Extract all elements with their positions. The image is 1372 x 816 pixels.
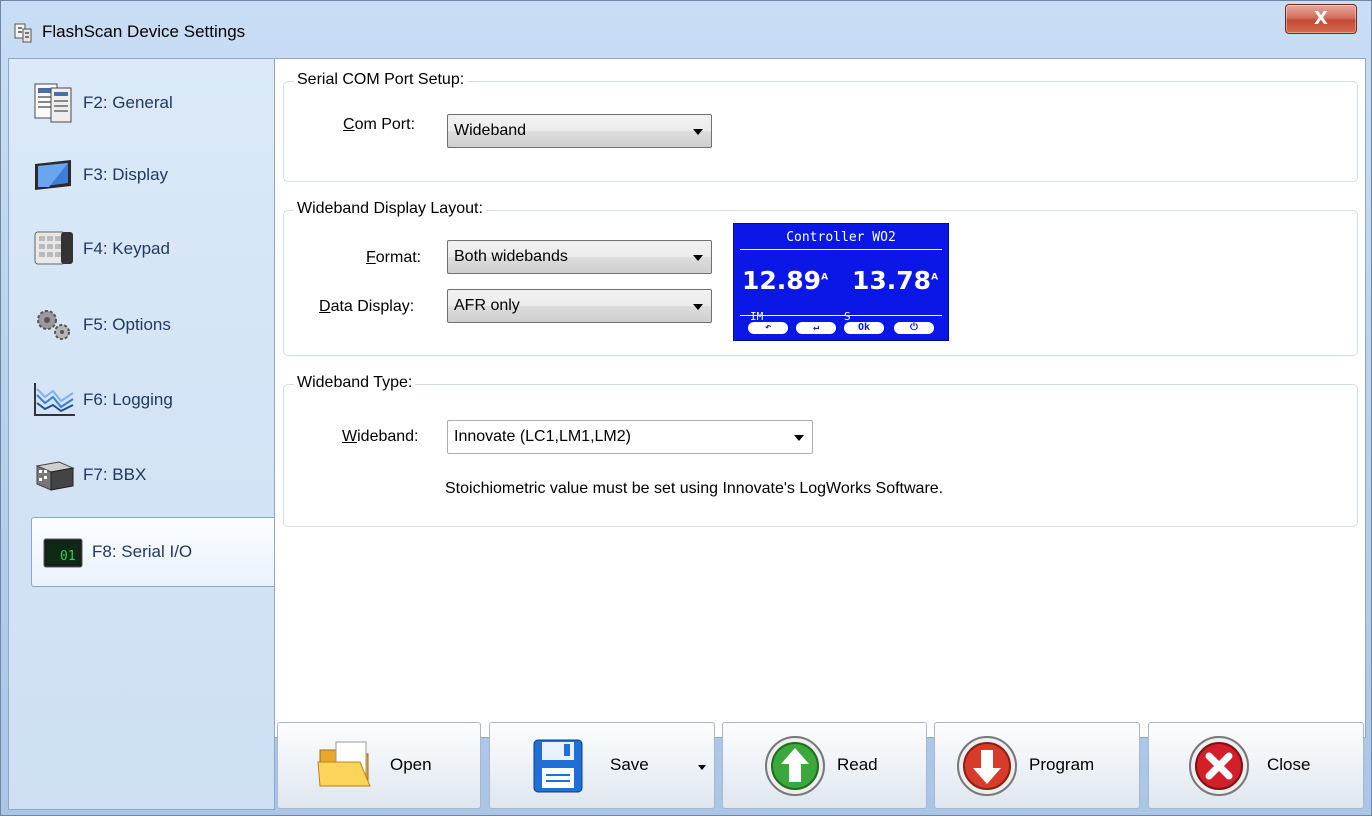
program-arrow-down-icon	[957, 736, 1017, 796]
open-label: Open	[390, 755, 432, 774]
options-icon	[37, 310, 70, 340]
title-bar: FlashScan Device Settings X	[1, 1, 1371, 57]
save-button[interactable]: Save	[489, 722, 715, 809]
wideband-label: Wideband:	[342, 428, 419, 445]
data-display-label: Data Display:	[319, 298, 415, 315]
app-icon	[14, 23, 32, 43]
floppy-disk-icon	[533, 739, 583, 793]
window-close-button[interactable]: X	[1285, 4, 1357, 34]
sidebar-item-options[interactable]: F5: Options	[29, 293, 274, 357]
settings-window: FlashScan Device Settings X F2: General	[0, 0, 1372, 816]
group-title: Serial COM Port Setup:	[294, 71, 468, 89]
wideband-type-group: Wideband Type: Wideband: Innovate (LC1,L…	[283, 374, 1358, 527]
content-panel: Serial COM Port Setup: Com Port: Wideban…	[274, 58, 1366, 738]
sidebar-item-label: F6: Logging	[83, 390, 173, 409]
read-button[interactable]: Read	[722, 722, 927, 809]
read-arrow-up-icon	[765, 736, 825, 796]
preview-value-1: 12.89A	[742, 266, 829, 295]
sidebar-item-serial-io[interactable]: 01 F8: Serial I/O	[31, 517, 283, 587]
stoichiometric-note: Stoichiometric value must be set using I…	[445, 480, 944, 497]
com-port-select[interactable]: Wideband	[447, 114, 712, 148]
com-port-label: Com Port:	[343, 116, 416, 133]
serial-io-icon: 01	[43, 538, 83, 568]
group-title: Wideband Display Layout:	[294, 200, 486, 218]
sidebar-item-label: F8: Serial I/O	[92, 542, 193, 561]
bbx-icon	[35, 461, 75, 491]
group-title: Wideband Type:	[294, 374, 416, 392]
format-label: Format:	[366, 249, 422, 266]
display-icon	[35, 160, 71, 190]
preview-power-icon: ⏻	[894, 322, 934, 334]
preview-enter-icon: ↵	[796, 322, 836, 334]
sidebar-item-bbx[interactable]: F7: BBX	[29, 443, 274, 507]
chevron-down-icon	[693, 304, 703, 310]
sidebar-item-keypad[interactable]: F4: Keypad	[29, 217, 274, 281]
sidebar-item-label: F5: Options	[83, 315, 171, 334]
logging-icon	[34, 383, 75, 416]
serial-com-group: Serial COM Port Setup: Com Port: Wideban…	[283, 71, 1358, 182]
wideband-select[interactable]: Innovate (LC1,LM1,LM2)	[447, 420, 813, 454]
settings-sidebar: F2: General F3: Display F4: Keypad F5: O…	[8, 58, 283, 810]
chevron-down-icon	[693, 255, 703, 261]
window-title: FlashScan Device Settings	[42, 22, 246, 41]
chevron-down-icon	[794, 435, 804, 441]
program-button[interactable]: Program	[934, 722, 1140, 809]
wideband-display-preview: Controller WO2 12.89A 13.78A IM S ↶ ↵ Ok…	[733, 223, 949, 341]
program-label: Program	[1029, 755, 1095, 774]
data-display-select[interactable]: AFR only	[447, 289, 712, 323]
preview-value-2: 13.78A	[852, 266, 939, 295]
preview-title: Controller WO2	[786, 230, 896, 245]
sidebar-item-display[interactable]: F3: Display	[29, 143, 274, 207]
format-select[interactable]: Both widebands	[447, 240, 712, 274]
sidebar-item-label: F4: Keypad	[83, 239, 170, 258]
svg-text:01: 01	[60, 549, 76, 564]
sidebar-item-label: F7: BBX	[83, 465, 147, 484]
close-button[interactable]: Close	[1148, 722, 1364, 809]
close-label: Close	[1267, 755, 1311, 774]
chevron-down-icon	[693, 129, 703, 135]
preview-back-icon: ↶	[748, 322, 788, 334]
read-label: Read	[837, 755, 878, 774]
save-dropdown-icon[interactable]	[698, 765, 706, 770]
folder-icon	[317, 741, 371, 787]
sidebar-item-logging[interactable]: F6: Logging	[29, 368, 274, 432]
sidebar-item-label: F2: General	[83, 93, 173, 112]
open-button[interactable]: Open	[277, 722, 481, 809]
keypad-icon	[34, 231, 73, 265]
preview-divider	[740, 315, 942, 316]
preview-ok-button: Ok	[844, 322, 884, 334]
general-icon	[34, 83, 72, 123]
sidebar-item-general[interactable]: F2: General	[29, 71, 274, 135]
sidebar-item-label: F3: Display	[83, 165, 169, 184]
preview-divider	[740, 249, 942, 250]
save-label: Save	[610, 755, 649, 774]
close-x-icon	[1189, 736, 1249, 796]
